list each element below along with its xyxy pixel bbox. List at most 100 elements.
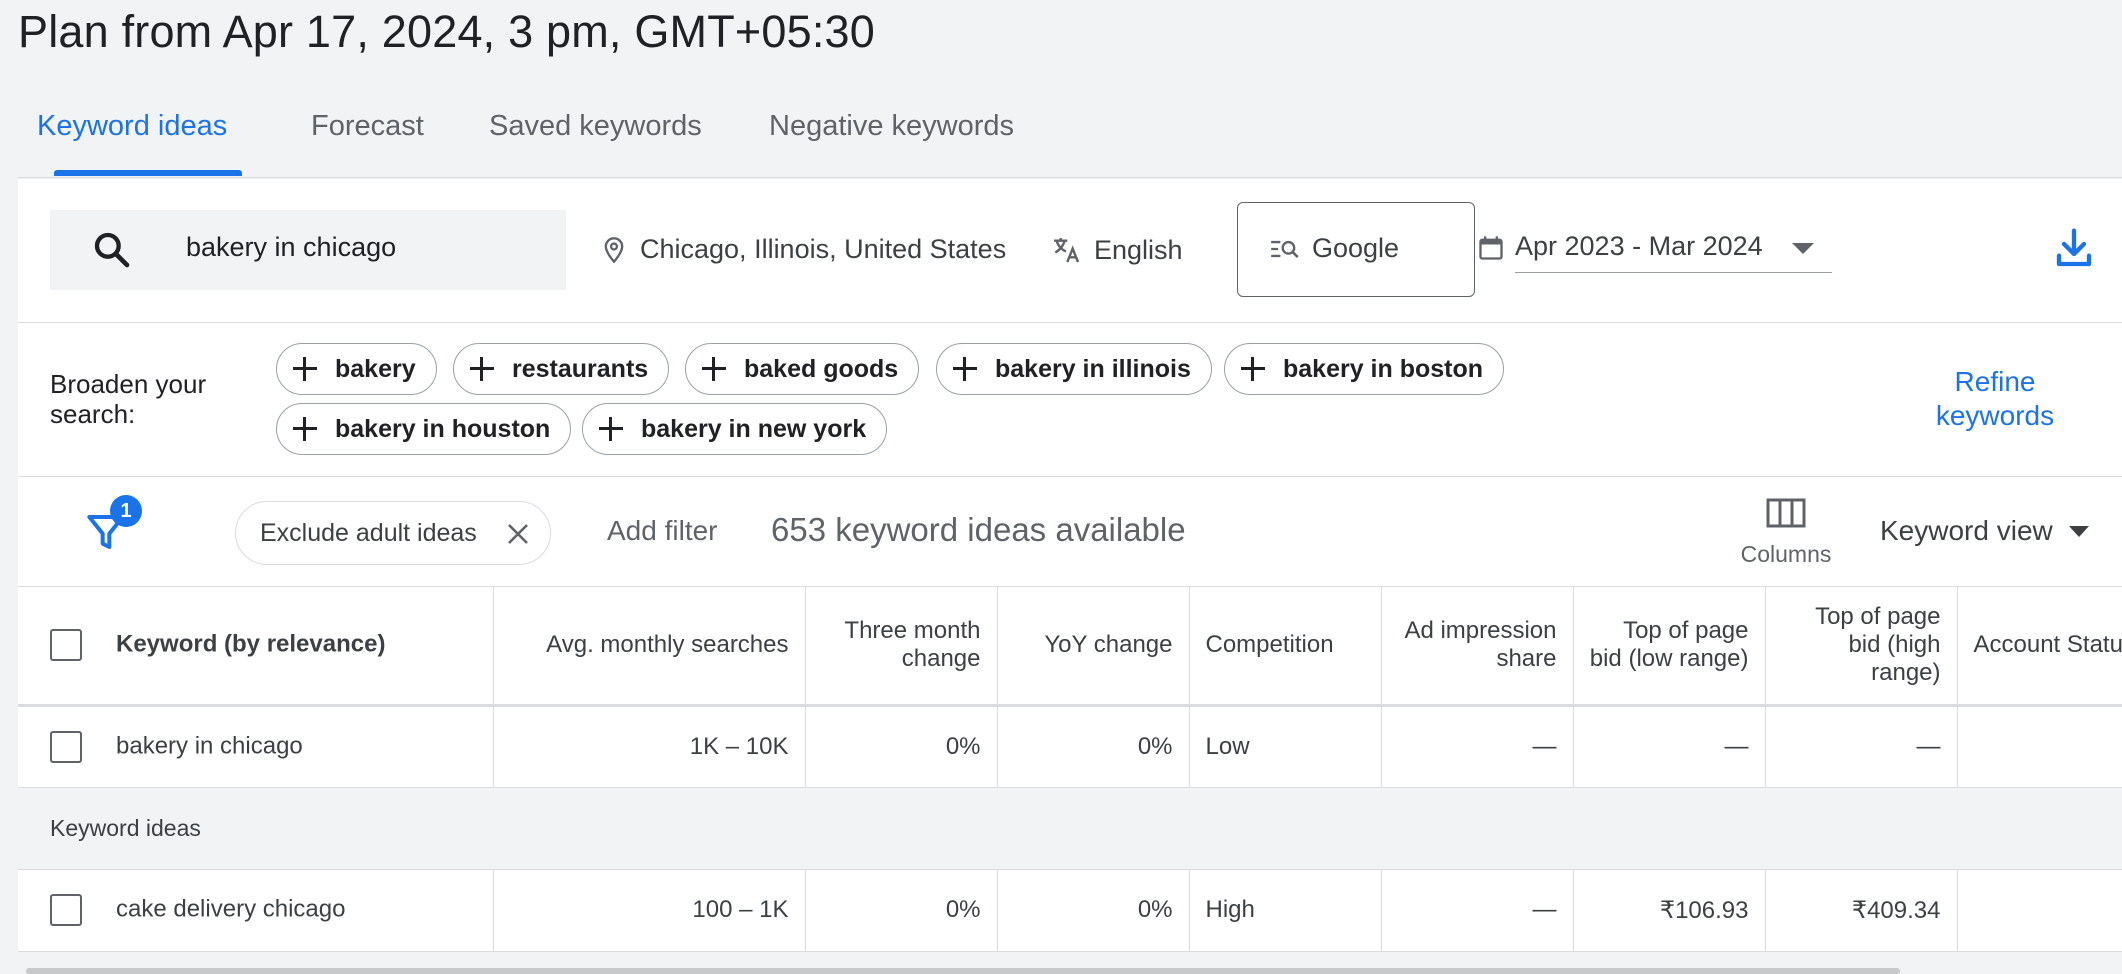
tab-saved-keywords[interactable]: Saved keywords	[489, 110, 702, 143]
calendar-icon	[1479, 236, 1503, 260]
active-filter-label: Exclude adult ideas	[260, 519, 477, 547]
date-range-label: Apr 2023 - Mar 2024	[1515, 231, 1763, 261]
horizontal-scrollbar[interactable]	[26, 968, 1900, 974]
chip-label: bakery in houston	[335, 414, 551, 443]
three-month-cell: 0%	[805, 705, 998, 788]
tab-negative-keywords[interactable]: Negative keywords	[769, 110, 1014, 143]
keyword-count: 653 keyword ideas available	[771, 511, 1186, 548]
keyword-view-dropdown[interactable]: Keyword view	[1880, 515, 2089, 547]
chip-label: bakery in boston	[1283, 354, 1484, 383]
broaden-search-bar: Broaden your search: bakery restaurants …	[18, 323, 2122, 477]
search-network-icon	[1271, 240, 1299, 258]
account-status-cell	[1957, 705, 2122, 788]
broaden-chip-baked-goods[interactable]: baked goods	[685, 343, 920, 395]
broaden-label: Broaden your search:	[50, 369, 207, 429]
columns-label: Columns	[1740, 541, 1832, 567]
date-range-field[interactable]: Apr 2023 - Mar 2024	[1515, 223, 1832, 273]
header-competition[interactable]: Competition	[1189, 587, 1382, 707]
page-title: Plan from Apr 17, 2024, 3 pm, GMT+05:30	[18, 6, 875, 57]
bid-high-cell: ₹409.34	[1765, 869, 1958, 952]
tab-bar: Keyword ideas Forecast Saved keywords Ne…	[18, 100, 2122, 178]
translate-icon	[1054, 238, 1080, 263]
plus-icon	[289, 413, 321, 445]
search-network-setting[interactable]: Google	[1237, 202, 1475, 297]
keyword-cell: bakery in chicago	[18, 705, 494, 788]
plus-icon	[1237, 353, 1269, 385]
plus-icon	[466, 353, 498, 385]
row-checkbox[interactable]	[50, 730, 82, 763]
network-label: Google	[1312, 233, 1400, 263]
active-tab-indicator	[54, 170, 242, 176]
tab-forecast[interactable]: Forecast	[311, 110, 424, 143]
bid-low-cell: ₹106.93	[1573, 869, 1766, 952]
broaden-chip-bakery-in-houston[interactable]: bakery in houston	[276, 403, 572, 455]
group-label: Keyword ideas	[18, 787, 2122, 870]
filter-count-badge: 1	[110, 495, 142, 527]
keyword-view-label: Keyword view	[1880, 515, 2053, 546]
bid-high-cell: —	[1765, 705, 1958, 788]
keyword-cell: cake delivery chicago	[18, 869, 494, 952]
chip-label: restaurants	[512, 354, 649, 383]
chip-label: baked goods	[744, 354, 899, 383]
plus-icon	[595, 413, 627, 445]
broaden-chip-bakery-in-boston[interactable]: bakery in boston	[1224, 343, 1505, 395]
chip-label: bakery in new york	[641, 414, 867, 443]
location-setting[interactable]: Chicago, Illinois, United States	[600, 234, 1006, 265]
keyword-search-input[interactable]: bakery in chicago	[50, 210, 566, 290]
tab-keyword-ideas[interactable]: Keyword ideas	[37, 110, 227, 143]
searches-cell: 100 – 1K	[493, 869, 806, 952]
filter-bar: 1 Exclude adult ideas Add filter 653 key…	[18, 477, 2122, 587]
add-filter-button[interactable]: Add filter	[607, 515, 718, 547]
header-label: Keyword (by relevance)	[116, 630, 386, 658]
three-month-cell: 0%	[805, 869, 998, 952]
header-bid-high[interactable]: Top of page bid (high range)	[1765, 587, 1958, 707]
plus-icon	[289, 353, 321, 385]
impression-share-cell: —	[1381, 705, 1574, 788]
dropdown-caret-icon	[1792, 243, 1814, 254]
refine-keywords-button[interactable]: Refine keywords	[1906, 365, 2084, 433]
impression-share-cell: —	[1381, 869, 1574, 952]
select-all-checkbox[interactable]	[50, 629, 82, 662]
plus-icon	[949, 353, 981, 385]
close-icon[interactable]	[506, 522, 530, 546]
download-icon[interactable]	[2054, 227, 2094, 271]
search-icon	[94, 232, 130, 268]
searches-cell: 1K – 10K	[493, 705, 806, 788]
chip-label: bakery in illinois	[995, 354, 1191, 383]
table-row: cake delivery chicago 100 – 1K 0% 0% Hig…	[18, 869, 2122, 952]
keyword-text: cake delivery chicago	[116, 895, 346, 923]
broaden-chip-bakery[interactable]: bakery	[276, 343, 437, 395]
broaden-chip-restaurants[interactable]: restaurants	[453, 343, 670, 395]
header-yoy-change[interactable]: YoY change	[997, 587, 1190, 707]
broaden-chip-bakery-in-new-york[interactable]: bakery in new york	[582, 403, 888, 455]
language-label: English	[1094, 234, 1183, 265]
header-avg-monthly-searches[interactable]: Avg. monthly searches	[493, 587, 806, 707]
active-filter-chip[interactable]: Exclude adult ideas	[235, 501, 551, 565]
header-bid-low[interactable]: Top of page bid (low range)	[1573, 587, 1766, 707]
location-pin-icon	[604, 236, 624, 263]
group-header-row: Keyword ideas	[18, 787, 2122, 870]
header-account-status[interactable]: Account Status	[1957, 587, 2122, 707]
header-ad-impression-share[interactable]: Ad impression share	[1381, 587, 1574, 707]
location-label: Chicago, Illinois, United States	[640, 234, 1007, 264]
bid-low-cell: —	[1573, 705, 1766, 788]
yoy-cell: 0%	[997, 705, 1190, 788]
plus-icon	[698, 353, 730, 385]
account-status-cell	[1957, 869, 2122, 952]
header-three-month-change[interactable]: Three month change	[805, 587, 998, 707]
competition-cell: Low	[1189, 705, 1382, 788]
table-row: bakery in chicago 1K – 10K 0% 0% Low — —…	[18, 705, 2122, 788]
language-setting[interactable]: English	[1050, 234, 1183, 266]
search-value: bakery in chicago	[186, 232, 397, 262]
broaden-chip-bakery-in-illinois[interactable]: bakery in illinois	[936, 343, 1212, 395]
keyword-text: bakery in chicago	[116, 731, 303, 759]
columns-button[interactable]: Columns	[1732, 495, 1840, 568]
plan-settings-bar: bakery in chicago Chicago, Illinois, Uni…	[18, 179, 2122, 323]
columns-icon	[1766, 498, 1806, 528]
competition-cell: High	[1189, 869, 1382, 952]
header-keyword[interactable]: Keyword (by relevance)	[18, 587, 494, 707]
table-header-row: Keyword (by relevance) Avg. monthly sear…	[18, 587, 2122, 707]
row-checkbox[interactable]	[50, 894, 82, 926]
keyword-table: Keyword (by relevance) Avg. monthly sear…	[18, 587, 2122, 952]
date-range-selector[interactable]: Apr 2023 - Mar 2024	[1477, 223, 1832, 273]
